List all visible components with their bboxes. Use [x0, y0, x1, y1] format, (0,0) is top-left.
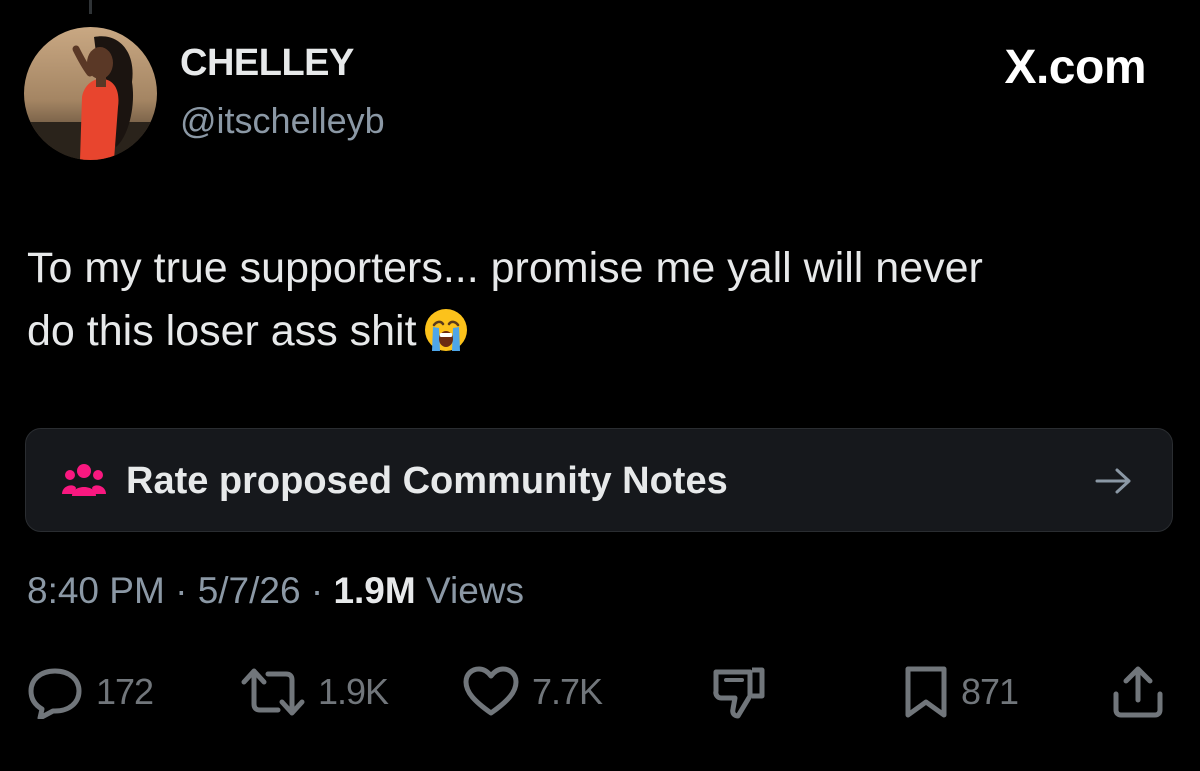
crying-face-emoji-icon — [423, 307, 469, 371]
heart-icon — [463, 666, 519, 716]
tweet-text: To my true supporters... promise me yall… — [27, 237, 1167, 371]
like-button[interactable]: 7.7K — [462, 662, 603, 722]
post-date[interactable]: 5/7/26 — [198, 570, 301, 611]
tweet-text-line-2-text: do this loser ass shit — [27, 307, 417, 355]
tweet-text-line-1: To my true supporters... promise me yall… — [27, 244, 983, 292]
thumbs-down-icon — [713, 667, 765, 719]
community-notes-label: Rate proposed Community Notes — [126, 460, 728, 502]
repost-button[interactable]: 1.9K — [240, 662, 389, 722]
meta-separator: · — [310, 570, 324, 611]
meta-separator: · — [175, 570, 188, 611]
user-handle[interactable]: @itschelleyb — [180, 100, 385, 142]
x-watermark: X.com — [1004, 41, 1146, 94]
share-button[interactable] — [1110, 662, 1166, 722]
post-time[interactable]: 8:40 PM — [27, 570, 165, 611]
reply-count: 172 — [96, 671, 154, 712]
repost-count: 1.9K — [318, 671, 389, 712]
arrow-right-icon — [1094, 466, 1134, 501]
like-count: 7.7K — [532, 671, 603, 712]
downvote-button[interactable] — [712, 662, 766, 722]
action-bar: 172 1.9K 7.7K 871 — [0, 662, 1200, 722]
thread-line — [89, 0, 92, 14]
repost-icon — [241, 668, 305, 716]
views-label: Views — [426, 570, 525, 611]
people-icon — [62, 462, 106, 503]
views-count: 1.9M — [333, 570, 416, 611]
community-notes-card[interactable]: Rate proposed Community Notes — [25, 428, 1173, 532]
bookmark-icon — [905, 666, 947, 718]
reply-icon — [28, 668, 82, 719]
reply-button[interactable]: 172 — [26, 662, 154, 722]
bookmark-count: 871 — [961, 671, 1019, 712]
avatar-photo — [24, 27, 157, 160]
post-meta: 8:40 PM · 5/7/26 · 1.9M Views — [27, 570, 524, 612]
bookmark-button[interactable]: 871 — [903, 662, 1019, 722]
tweet-text-line-2: do this loser ass shit — [27, 300, 1167, 371]
share-icon — [1113, 666, 1163, 718]
avatar[interactable] — [24, 27, 157, 160]
display-name[interactable]: CHELLEY — [180, 42, 354, 85]
